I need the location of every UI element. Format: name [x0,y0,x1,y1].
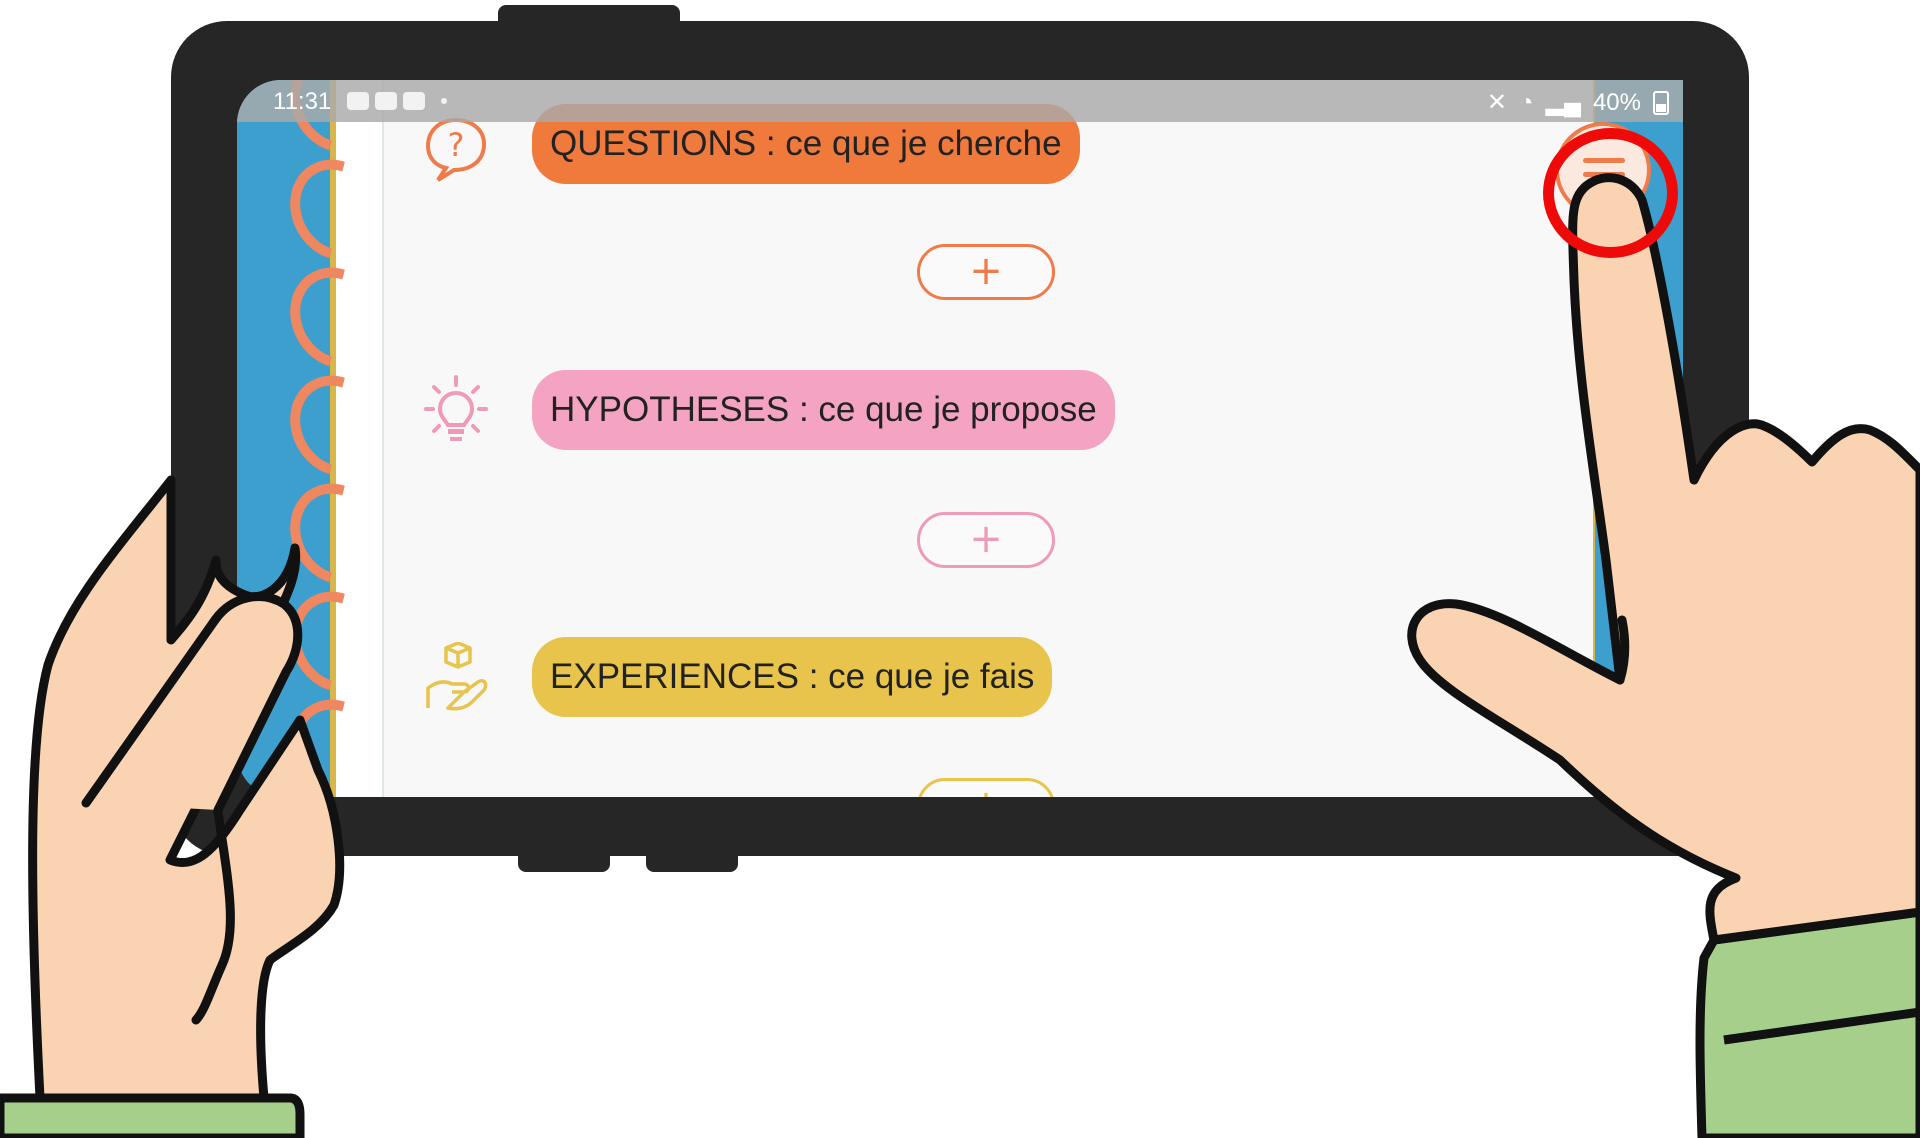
right-hand-pointing [1407,173,1920,945]
right-finger-crease [1615,615,1630,685]
left-sleeve [0,1093,305,1138]
menu-highlight-circle [1543,128,1678,258]
